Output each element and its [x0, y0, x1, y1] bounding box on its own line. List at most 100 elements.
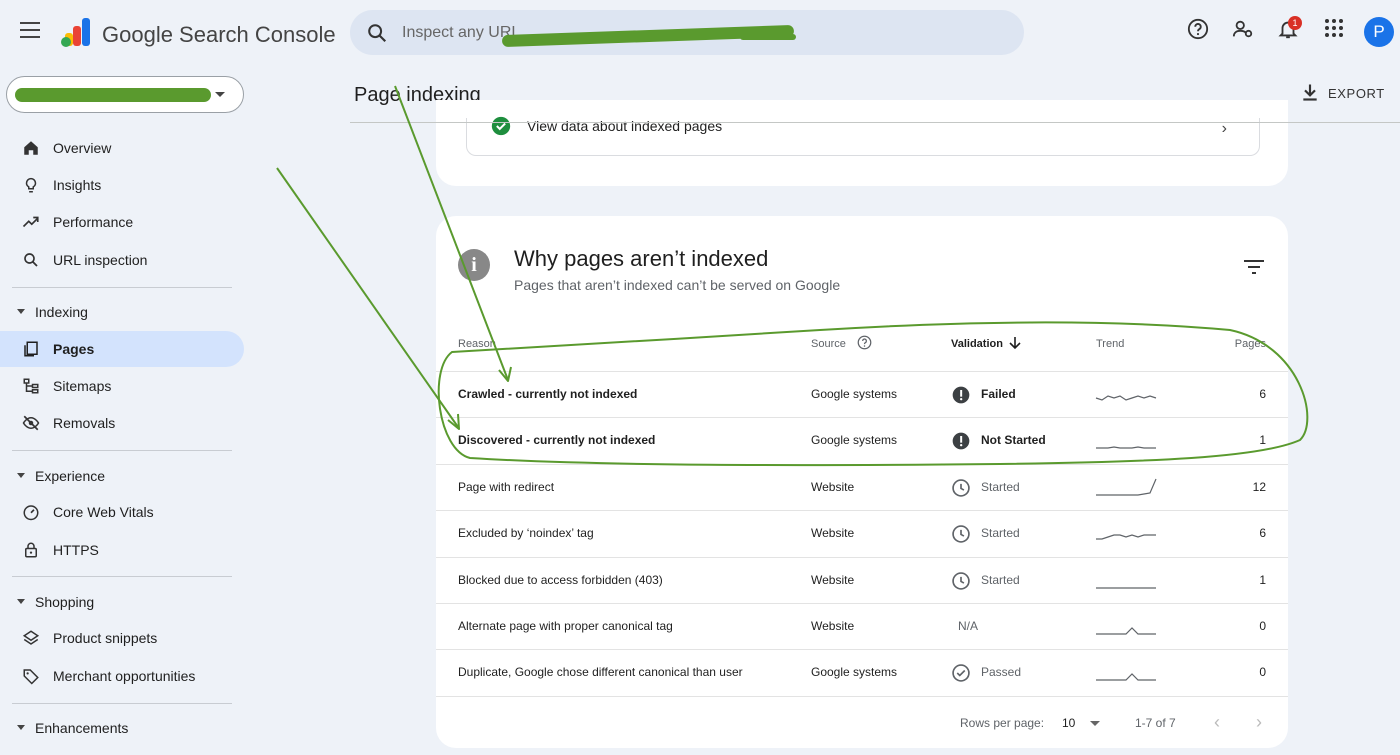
- table-pagination: Rows per page: 10 1-7 of 7 ‹ ›: [436, 696, 1288, 746]
- redaction-mark: [15, 88, 211, 102]
- help-icon[interactable]: [1187, 18, 1209, 40]
- eye-off-icon: [22, 415, 40, 431]
- view-indexed-pages-link[interactable]: View data about indexed pages ›: [466, 116, 1260, 156]
- sidebar-item-pages[interactable]: Pages: [0, 331, 244, 367]
- sidebar-divider: [12, 576, 232, 577]
- table-row[interactable]: Crawled - currently not indexed Google sy…: [436, 371, 1288, 417]
- table-row[interactable]: Page with redirect Website Started 12: [436, 463, 1288, 510]
- filter-icon[interactable]: [1244, 259, 1264, 275]
- sidebar-item-url-inspection[interactable]: URL inspection: [0, 242, 244, 278]
- sidebar-item-core-web-vitals[interactable]: Core Web Vitals: [0, 494, 244, 530]
- sidebar-item-label: HTTPS: [53, 542, 99, 558]
- error-icon: [951, 431, 971, 451]
- sidebar-item-performance[interactable]: Performance: [0, 204, 244, 240]
- clock-icon: [951, 571, 971, 591]
- annotation-arrow: [276, 167, 459, 428]
- card-title: Why pages aren’t indexed: [514, 246, 769, 271]
- header-divider: [350, 122, 1400, 123]
- source-cell: Website: [811, 479, 855, 494]
- error-icon: [951, 385, 971, 405]
- sparkline-path: [1096, 627, 1156, 635]
- previous-page-button[interactable]: ‹: [1206, 711, 1228, 733]
- column-header-source[interactable]: Source: [811, 338, 846, 350]
- collapse-triangle-icon: [17, 473, 25, 478]
- sort-arrow-down-icon[interactable]: [1009, 337, 1021, 350]
- sidebar-item-label: Merchant opportunities: [53, 668, 196, 684]
- redaction-mark: [740, 34, 796, 40]
- table-row[interactable]: Excluded by ‘noindex’ tag Website Started 6: [436, 510, 1288, 556]
- validation-status: Started: [981, 526, 1020, 541]
- sidebar-section-shopping[interactable]: Shopping: [0, 587, 244, 617]
- menu-icon[interactable]: [20, 22, 40, 38]
- sparkline-path: [1096, 534, 1156, 540]
- indexed-pages-card: View data about indexed pages ›: [436, 100, 1288, 186]
- why-not-indexed-card: i Why pages aren’t indexed Pages that ar…: [436, 216, 1288, 748]
- next-page-button[interactable]: ›: [1248, 711, 1270, 733]
- source-cell: Website: [811, 619, 855, 633]
- sidebar-item-insights[interactable]: Insights: [0, 167, 244, 203]
- sidebar-item-merchant-opportunities[interactable]: Merchant opportunities: [0, 658, 244, 694]
- column-header-trend: Trend: [1096, 338, 1125, 350]
- column-header-validation[interactable]: Validation: [951, 338, 1003, 350]
- sidebar-item-label: Overview: [53, 140, 112, 156]
- card-subtitle: Pages that aren’t indexed can’t be serve…: [514, 277, 841, 293]
- export-button[interactable]: EXPORT: [1298, 82, 1388, 104]
- source-cell: Google systems: [811, 433, 898, 448]
- sidebar-section-enhancements[interactable]: Enhancements: [0, 713, 244, 743]
- sidebar-item-overview[interactable]: Overview: [0, 130, 244, 166]
- sidebar-item-sitemaps[interactable]: Sitemaps: [0, 368, 244, 404]
- table-row[interactable]: Blocked due to access forbidden (403) Web…: [436, 556, 1288, 603]
- trend-sparkline: [1096, 586, 1156, 589]
- source-cell: Website: [811, 572, 855, 587]
- search-console-logo: [61, 18, 90, 47]
- dropdown-caret-icon[interactable]: [1090, 721, 1100, 726]
- dropdown-caret-icon: [215, 92, 225, 97]
- sidebar-divider: [12, 703, 232, 704]
- sidebar-section-label: Indexing: [35, 304, 88, 320]
- pages-count: 0: [1259, 665, 1266, 680]
- table-row[interactable]: Alternate page with proper canonical tag…: [436, 603, 1288, 649]
- pages-count: 0: [1259, 619, 1266, 633]
- column-header-reason[interactable]: Reason: [458, 338, 496, 350]
- reason-cell: Page with redirect: [458, 479, 555, 494]
- sidebar-item-removals[interactable]: Removals: [0, 405, 244, 441]
- rows-per-page-select[interactable]: 10: [1062, 716, 1075, 730]
- manage-users-icon[interactable]: [1232, 18, 1254, 40]
- validation-status: Not Started: [981, 433, 1046, 448]
- sidebar-item-label: Performance: [53, 214, 134, 230]
- url-inspection-search[interactable]: [350, 10, 1024, 55]
- sparkline-path: [1096, 478, 1157, 496]
- sidebar-section-experience[interactable]: Experience: [0, 461, 244, 491]
- column-header-pages[interactable]: Pages: [1235, 338, 1266, 350]
- sidebar-item-label: Pages: [53, 341, 95, 357]
- table-row[interactable]: Duplicate, Google chose different canoni…: [436, 649, 1288, 695]
- sidebar-item-product-snippets[interactable]: Product snippets: [0, 620, 244, 656]
- sparkline-path: [1096, 446, 1156, 449]
- home-icon: [24, 141, 38, 155]
- check-circle-icon: [951, 663, 971, 683]
- property-selector[interactable]: [6, 76, 244, 113]
- apps-grid-icon[interactable]: [1324, 18, 1344, 38]
- sidebar-section-label: Experience: [35, 468, 106, 484]
- table-row[interactable]: Discovered - currently not indexed Google…: [436, 417, 1288, 463]
- tag-icon: [23, 669, 39, 685]
- sidebar-item-label: URL inspection: [53, 252, 148, 268]
- trend-sparkline: [1096, 534, 1156, 540]
- sidebar-section-indexing[interactable]: Indexing: [0, 297, 244, 327]
- reason-cell: Excluded by ‘noindex’ tag: [458, 526, 594, 541]
- pages-count: 1: [1259, 433, 1266, 448]
- reason-cell: Crawled - currently not indexed: [458, 387, 638, 401]
- account-avatar[interactable]: P: [1364, 17, 1394, 47]
- help-icon[interactable]: [857, 335, 872, 350]
- lightbulb-icon: [25, 177, 37, 193]
- clock-icon: [951, 478, 971, 498]
- trend-sparkline: [1095, 395, 1157, 401]
- lock-icon: [25, 542, 37, 558]
- validation-status: N/A: [958, 619, 979, 633]
- reason-cell: Blocked due to access forbidden (403): [458, 572, 663, 587]
- layers-icon: [22, 630, 40, 645]
- pages-count: 6: [1259, 387, 1266, 401]
- sparkline-path: [1095, 395, 1157, 401]
- sidebar-item-https[interactable]: HTTPS: [0, 532, 244, 568]
- sidebar-item-label: Core Web Vitals: [53, 504, 154, 520]
